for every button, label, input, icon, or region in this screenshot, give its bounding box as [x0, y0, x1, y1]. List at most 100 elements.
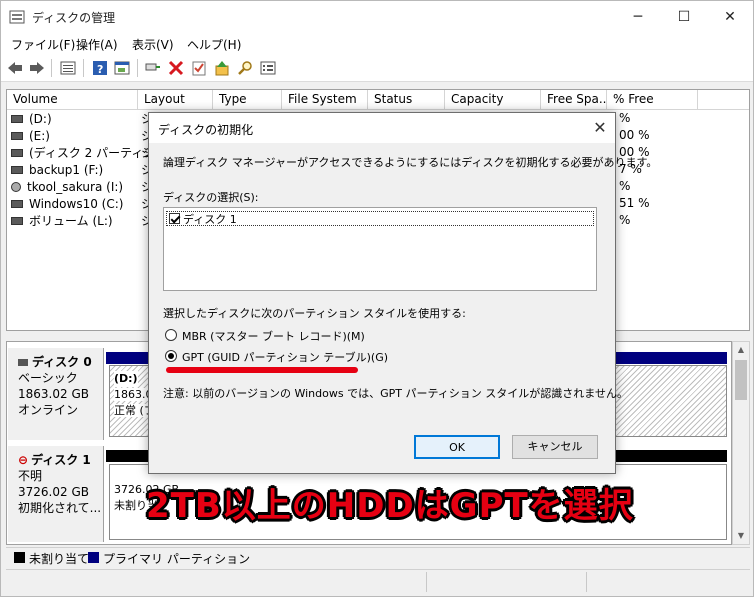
disk-name: ディスク 1: [31, 453, 91, 467]
column-header-percent-free[interactable]: % Free: [607, 90, 698, 109]
mbr-label[interactable]: MBR (マスター ブート レコード)(M): [182, 328, 365, 344]
partition-style-label: 選択したディスクに次のパーティション スタイルを使用する:: [163, 307, 466, 320]
forward-button[interactable]: [28, 59, 46, 77]
disk-0-label[interactable]: ディスク 0 ベーシック 1863.02 GB オンライン: [8, 348, 104, 440]
disk-list-item[interactable]: ディスク 1: [166, 211, 594, 226]
volume-row[interactable]: backup1 (F:): [11, 161, 103, 178]
disk-pane-scrollbar[interactable]: ▲ ▼: [732, 341, 750, 545]
view-icon: [260, 61, 276, 75]
delete-icon: [168, 60, 184, 76]
minimize-icon: ─: [633, 9, 643, 25]
search-icon: [238, 61, 252, 75]
ok-button[interactable]: OK: [414, 435, 500, 459]
scroll-down-icon[interactable]: ▼: [733, 528, 749, 544]
up-button[interactable]: [213, 59, 231, 77]
optical-drive-icon: [11, 181, 21, 192]
disk-list-button[interactable]: [59, 59, 77, 77]
disk-name: ディスク 0: [32, 355, 92, 369]
cancel-button[interactable]: キャンセル: [512, 435, 598, 459]
search-button[interactable]: [236, 59, 254, 77]
back-icon: [8, 62, 22, 74]
disk-error-icon: ⊖: [18, 453, 29, 467]
connect-icon: [145, 63, 160, 71]
gpt-radio[interactable]: [165, 350, 177, 362]
dialog-message: 論理ディスク マネージャーがアクセスできるようにするにはディスクを初期化する必要…: [163, 156, 658, 169]
percent-free-cell: 00 %: [619, 128, 650, 142]
column-header-status[interactable]: Status: [368, 90, 445, 109]
disk-status: 初期化されて...: [18, 501, 102, 515]
svg-text:?: ?: [97, 63, 103, 76]
minimize-button[interactable]: ─: [615, 1, 661, 33]
delete-button[interactable]: [167, 59, 185, 77]
help-button[interactable]: ?: [91, 59, 109, 77]
properties-button[interactable]: [113, 59, 131, 77]
close-button[interactable]: ✕: [707, 1, 753, 33]
disk-select-list[interactable]: ディスク 1: [163, 207, 597, 291]
disk-size: 3726.02 GB: [18, 485, 89, 499]
gpt-label[interactable]: GPT (GUID パーティション テーブル)(G): [182, 349, 388, 365]
scroll-thumb[interactable]: [735, 360, 747, 400]
initialize-disk-dialog: ディスクの初期化 ✕ 論理ディスク マネージャーがアクセスできるようにするにはデ…: [148, 112, 657, 474]
drive-icon: [11, 148, 23, 157]
toolbar: ?: [1, 54, 753, 82]
legend-primary: プライマリ パーティション: [103, 552, 251, 566]
legend-swatch-unallocated: [14, 552, 25, 563]
volume-row[interactable]: (E:): [11, 127, 50, 144]
highlight-underline: [166, 367, 358, 373]
volume-row[interactable]: tkool_sakura (I:): [11, 178, 123, 195]
column-header-layout[interactable]: Layout: [138, 90, 213, 109]
properties-icon: [114, 61, 130, 75]
disk-icon: [18, 359, 28, 366]
disk-checkbox[interactable]: [169, 213, 180, 224]
back-button[interactable]: [6, 59, 24, 77]
mbr-radio[interactable]: [165, 329, 177, 341]
column-header-free-space[interactable]: Free Spa...: [541, 90, 607, 109]
column-header-type[interactable]: Type: [213, 90, 282, 109]
view-button[interactable]: [259, 59, 277, 77]
maximize-button[interactable]: ☐: [661, 1, 707, 33]
disk-item-label: ディスク 1: [183, 212, 237, 226]
drive-icon: [11, 131, 23, 140]
disk-type: 不明: [18, 469, 43, 483]
window-title: ディスクの管理: [32, 11, 116, 25]
disk-1-label[interactable]: ⊖ ディスク 1 不明 3726.02 GB 初期化されて...: [8, 446, 104, 542]
legend: 未割り当て プライマリ パーティション: [6, 547, 750, 567]
disk-select-label: ディスクの選択(S):: [163, 191, 259, 204]
forward-icon: [30, 62, 44, 74]
dialog-title-bar: ディスクの初期化 ✕: [149, 113, 615, 143]
volume-row[interactable]: (D:): [11, 110, 52, 127]
percent-free-cell: %: [619, 111, 631, 125]
menu-file[interactable]: ファイル(F): [11, 36, 75, 53]
menu-action[interactable]: 操作(A): [76, 36, 118, 53]
check-icon: [192, 61, 206, 76]
menu-view[interactable]: 表示(V): [132, 36, 174, 53]
up-icon: [215, 61, 229, 76]
scroll-up-icon[interactable]: ▲: [733, 342, 749, 358]
column-header-volume[interactable]: Volume: [7, 90, 138, 109]
menu-bar: ファイル(F) 操作(A) 表示(V) ヘルプ(H): [1, 33, 753, 54]
menu-help[interactable]: ヘルプ(H): [187, 36, 241, 53]
title-bar: ディスクの管理 ─ ☐ ✕: [1, 1, 753, 33]
dialog-close-button[interactable]: ✕: [585, 113, 615, 143]
close-icon: ✕: [593, 118, 607, 137]
volume-row[interactable]: ボリューム (L:): [11, 212, 113, 229]
maximize-icon: ☐: [677, 9, 691, 25]
legend-swatch-primary: [88, 552, 99, 563]
volume-row[interactable]: Windows10 (C:): [11, 195, 123, 212]
percent-free-cell: %: [619, 213, 631, 227]
disk-list-icon: [60, 61, 76, 75]
close-icon: ✕: [724, 9, 736, 25]
check-button[interactable]: [190, 59, 208, 77]
disk-status: オンライン: [18, 403, 79, 417]
legend-unallocated: 未割り当て: [29, 552, 90, 566]
drive-icon: [11, 114, 23, 123]
disk-size: 1863.02 GB: [18, 387, 89, 401]
connect-button[interactable]: [144, 59, 162, 77]
dialog-title: ディスクの初期化: [158, 123, 254, 137]
column-header-file-system[interactable]: File System: [282, 90, 368, 109]
gpt-note: 注意: 以前のバージョンの Windows では、GPT パーティション スタイ…: [163, 387, 628, 400]
column-header-capacity[interactable]: Capacity: [445, 90, 541, 109]
percent-free-cell: 51 %: [619, 196, 650, 210]
disk-type: ベーシック: [18, 371, 78, 385]
disk-management-icon: [9, 10, 25, 24]
